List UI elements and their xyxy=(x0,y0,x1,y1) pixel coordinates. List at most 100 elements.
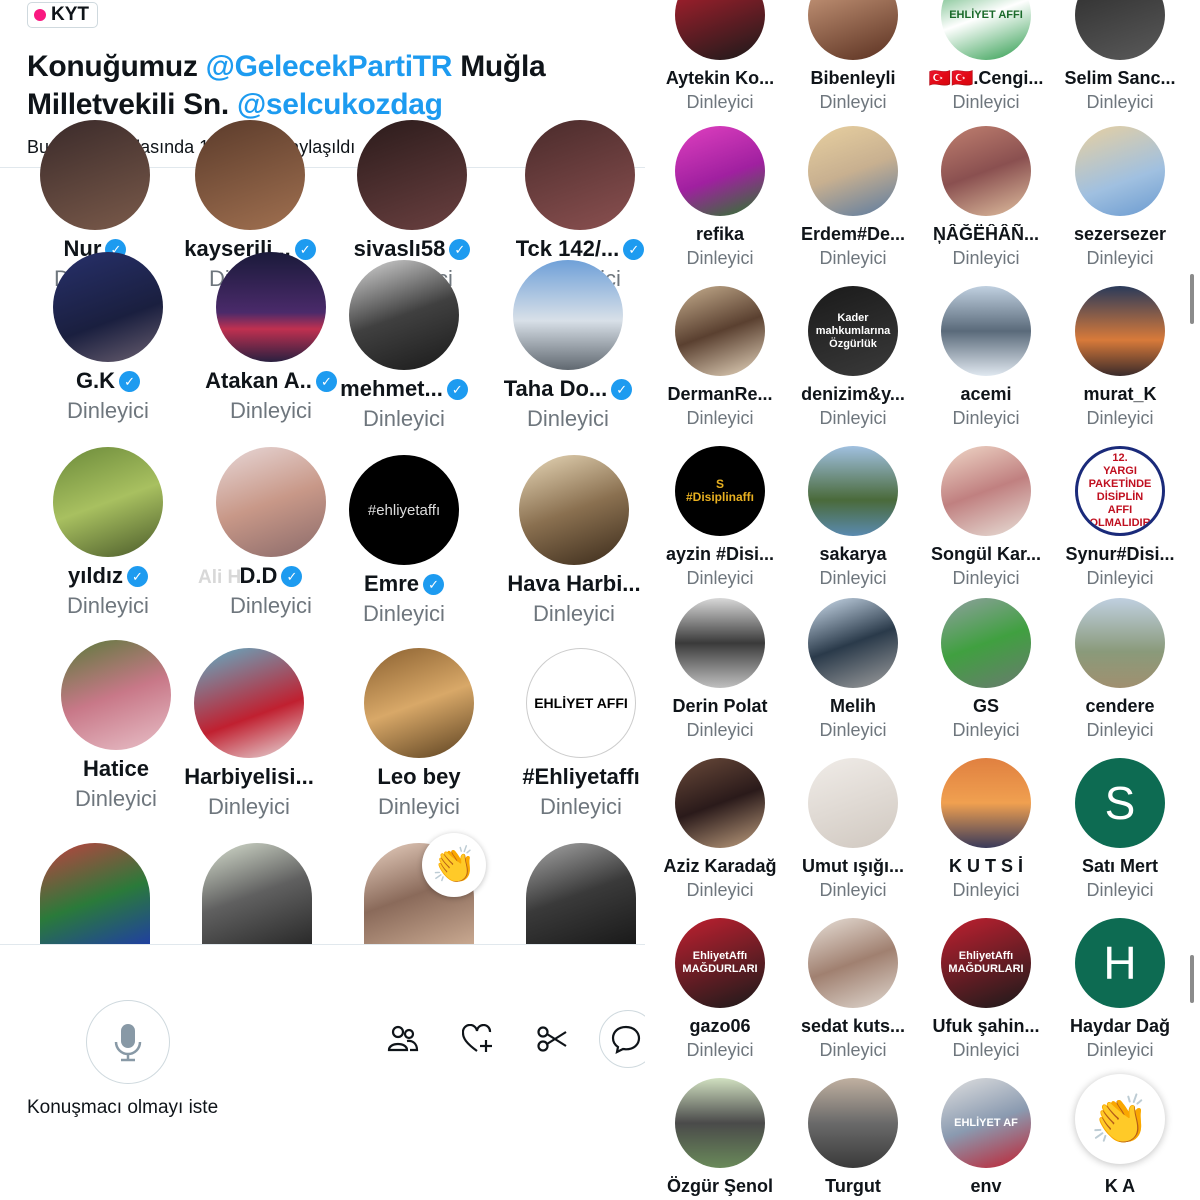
avatar xyxy=(40,120,150,230)
scissors-icon[interactable] xyxy=(535,1022,569,1056)
avatar-text: EhliyetAffı MAĞDURLARI xyxy=(948,950,1024,975)
clap-icon[interactable]: 👏 xyxy=(422,833,486,897)
listener-name: Turgut xyxy=(825,1176,881,1196)
avatar xyxy=(194,648,304,758)
mention-link[interactable]: @selcukozdag xyxy=(237,88,443,121)
listener-name: cendere xyxy=(1085,696,1155,716)
participant-role: Dinleyici xyxy=(378,794,460,819)
avatar-text: EHLİYET AFFI xyxy=(949,8,1023,21)
participant-card[interactable]: Taha Do... ✓ Dinleyici xyxy=(488,260,645,432)
participant-role: Dinleyici xyxy=(540,794,622,819)
participant-name-text: D.D xyxy=(239,563,278,588)
listener-list-panel[interactable]: Aytekin Ko... Dinleyici Bibenleyli Dinleyic… xyxy=(645,0,1200,1200)
listener-card[interactable]: Aytekin Ko... Dinleyici xyxy=(655,0,785,113)
avatar xyxy=(808,446,898,536)
listener-role: Dinleyici xyxy=(952,408,1020,428)
listener-card[interactable]: EHLİYET AFenvDinleyici xyxy=(921,1078,1051,1200)
listener-card[interactable]: EhliyetAffı MAĞDURLARI Ufuk şahin... Dinle… xyxy=(921,918,1051,1061)
listener-card[interactable]: EhliyetAffı MAĞDURLARI gazo06 Dinleyici xyxy=(655,918,785,1061)
verified-badge-icon: ✓ xyxy=(446,378,468,400)
listener-card[interactable]: K U T S İ Dinleyici xyxy=(921,758,1051,901)
avatar xyxy=(675,0,765,60)
avatar[interactable] xyxy=(202,843,312,944)
listener-card[interactable]: H Haydar Dağ Dinleyici xyxy=(1055,918,1185,1061)
participant-role: Dinleyici xyxy=(363,601,445,626)
listener-name: Erdem#De... xyxy=(800,224,906,244)
listener-card[interactable]: Umut ışığı... Dinleyici xyxy=(788,758,918,901)
avatar xyxy=(941,598,1031,688)
avatar xyxy=(53,252,163,362)
participant-card[interactable]: G.K ✓ Dinleyici xyxy=(28,252,188,424)
microphone-icon xyxy=(114,1024,142,1062)
listener-name: Derin Polat xyxy=(672,696,768,716)
listener-role: Dinleyici xyxy=(819,720,887,740)
scrollbar-thumb[interactable] xyxy=(1190,955,1194,1003)
listener-card[interactable]: sezersezer Dinleyici xyxy=(1055,126,1185,269)
listener-name: acemi xyxy=(960,384,1012,404)
listener-card[interactable]: Bibenleyli Dinleyici xyxy=(788,0,918,113)
participant-card[interactable]: yıldız ✓ Dinleyici xyxy=(28,447,188,619)
participant-card[interactable]: EHLİYET AFFI #Ehliyetaffı Dinleyici xyxy=(501,648,645,820)
listener-card[interactable]: DermanRe... Dinleyici xyxy=(655,286,785,429)
listener-card[interactable]: Erdem#De... Dinleyici xyxy=(788,126,918,269)
avatar xyxy=(1075,286,1165,376)
listener-role: Dinleyici xyxy=(686,880,754,900)
clap-icon[interactable]: 👏 xyxy=(1075,1074,1165,1164)
listener-card[interactable]: Kader mahkumlarına Özgürlük denizim&y... D… xyxy=(788,286,918,429)
heart-plus-icon[interactable] xyxy=(461,1022,495,1056)
avatar-letter: S xyxy=(1104,777,1136,829)
participant-card[interactable]: mehmet... ✓ Dinleyici xyxy=(324,260,484,432)
listener-card[interactable]: TurgutDinleyici xyxy=(788,1078,918,1200)
space-title: Konuğumuz @GelecekPartiTR Muğla Milletve… xyxy=(27,48,627,124)
listener-name: sedat kuts... xyxy=(800,1016,906,1036)
participant-name: #Ehliyetaffı xyxy=(501,764,645,790)
scrollbar-thumb[interactable] xyxy=(1190,274,1194,324)
listener-card[interactable]: sakarya Dinleyici xyxy=(788,446,918,589)
listener-name: gazo06 xyxy=(689,1016,751,1036)
avatar: EHLİYET AF xyxy=(941,1078,1031,1168)
avatar[interactable] xyxy=(526,843,636,944)
listener-card[interactable]: S Satı Mert Dinleyici xyxy=(1055,758,1185,901)
mention-link[interactable]: @GelecekPartiTR xyxy=(206,50,453,83)
listener-card[interactable]: Derin Polat Dinleyici xyxy=(655,598,785,741)
listener-card[interactable]: acemi Dinleyici xyxy=(921,286,1051,429)
listener-name: Özgür Şenol xyxy=(666,1176,773,1196)
listener-card[interactable]: S #Disiplinaffı ayzin #Disi... Dinleyici xyxy=(655,446,785,589)
listener-card[interactable]: cendere Dinleyici xyxy=(1055,598,1185,741)
verified-badge-icon: ✓ xyxy=(423,573,445,595)
request-speaker-label[interactable]: Konuşmacı olmayı iste xyxy=(27,1097,218,1119)
avatar xyxy=(808,918,898,1008)
reply-icon xyxy=(611,1025,641,1054)
avatar: EhliyetAffı MAĞDURLARI xyxy=(675,918,765,1008)
listener-card[interactable]: EHLİYET AFFI 🇹🇷🇹🇷.Cengi... Dinleyici xyxy=(921,0,1051,113)
participant-card[interactable]: Harbiyelisi... Dinleyici xyxy=(169,648,329,820)
space-badge[interactable]: KYT xyxy=(27,2,98,28)
reply-button[interactable] xyxy=(599,1010,645,1068)
listener-card[interactable]: Songül Kar... Dinleyici xyxy=(921,446,1051,589)
listener-card[interactable]: sedat kuts... Dinleyici xyxy=(788,918,918,1061)
people-icon[interactable] xyxy=(386,1022,420,1056)
participant-card[interactable]: Leo bey Dinleyici xyxy=(339,648,499,820)
listener-name: sakarya xyxy=(819,544,887,564)
listener-card[interactable]: 12. YARGI PAKETİNDE DİSİPLİN AFFI OLMALI… xyxy=(1055,446,1185,589)
listener-card[interactable]: Selim Sanc... Dinleyici xyxy=(1055,0,1185,113)
listener-card[interactable]: refika Dinleyici xyxy=(655,126,785,269)
listener-card[interactable]: Melih Dinleyici xyxy=(788,598,918,741)
request-speaker-button[interactable] xyxy=(86,1000,170,1084)
listener-card[interactable]: murat_K Dinleyici xyxy=(1055,286,1185,429)
listener-card[interactable]: Özgür ŞenolDinleyici xyxy=(655,1078,785,1200)
avatar: #ehliyetaffı xyxy=(349,455,459,565)
participant-card[interactable]: #ehliyetaffı Emre ✓ Dinleyici xyxy=(324,455,484,627)
participant-name-text: mehmet... xyxy=(340,376,443,401)
listener-name: Haydar Dağ xyxy=(1069,1016,1171,1036)
participant-name-text: Harbiyelisi... xyxy=(184,764,314,789)
listener-name: ŅÂĞËĤÂÑ... xyxy=(932,224,1039,244)
verified-badge-icon: ✓ xyxy=(449,238,471,260)
avatar[interactable] xyxy=(40,843,150,944)
avatar: EhliyetAffı MAĞDURLARI xyxy=(941,918,1031,1008)
listener-card[interactable]: ŅÂĞËĤÂÑ... Dinleyici xyxy=(921,126,1051,269)
listener-card[interactable]: Aziz Karadağ Dinleyici xyxy=(655,758,785,901)
listener-card[interactable]: GS Dinleyici xyxy=(921,598,1051,741)
avatar-text: EHLİYET AF xyxy=(954,1116,1018,1129)
participant-card[interactable]: Hava Harbi... Dinleyici xyxy=(494,455,645,627)
